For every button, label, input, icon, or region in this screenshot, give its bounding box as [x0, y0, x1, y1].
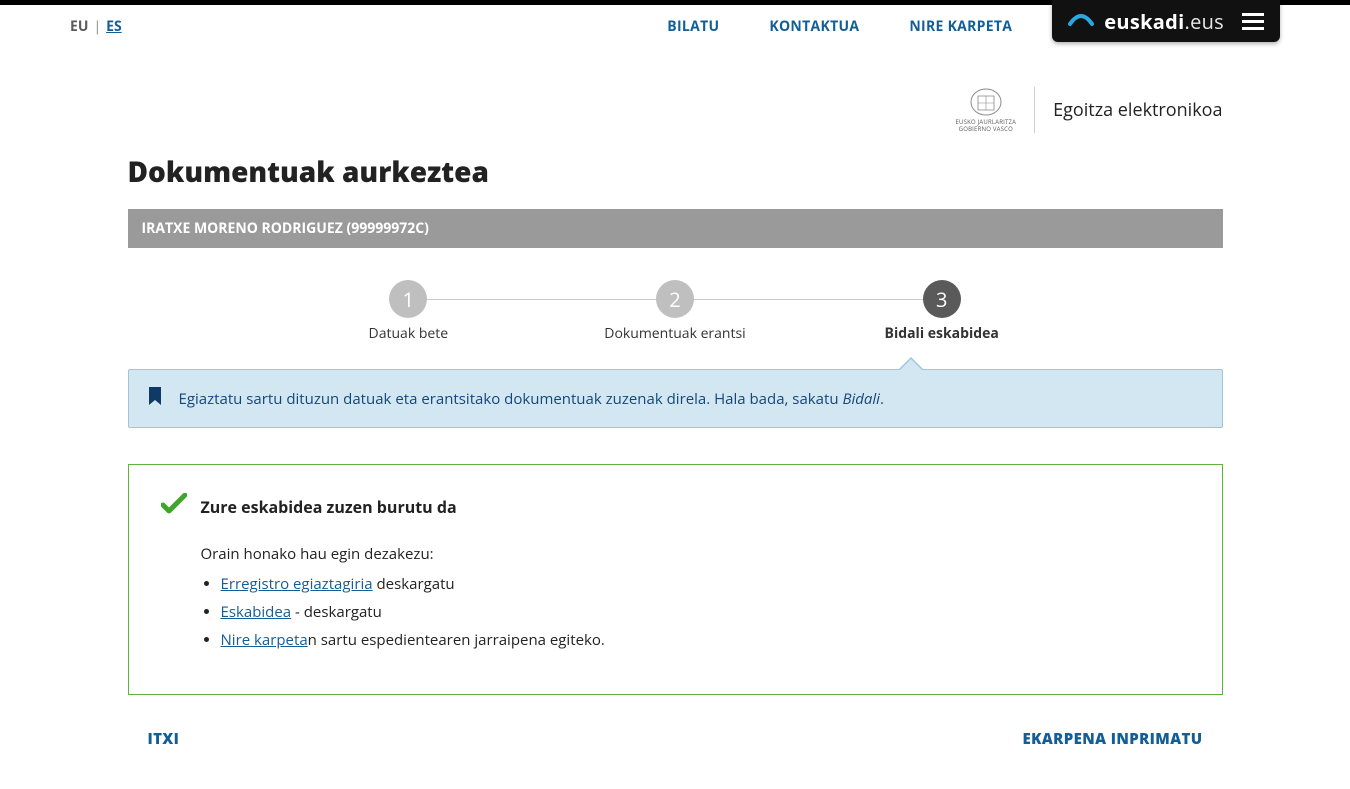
logo-row: EUSKO JAURLARITZA GOBIERNO VASCO Egoitza…	[128, 87, 1223, 133]
step-3: 3 Bidali eskabidea	[808, 280, 1075, 343]
banner-text: Egiaztatu sartu dituzun datuak eta erant…	[179, 389, 884, 409]
list-item: Nire karpetan sartu espedientearen jarra…	[221, 630, 1190, 650]
nav-kontaktua[interactable]: KONTAKTUA	[769, 17, 859, 36]
logo-separator	[1034, 87, 1035, 133]
link-eskabidea[interactable]: Eskabidea	[221, 602, 292, 622]
shield-icon	[968, 87, 1004, 117]
check-icon	[161, 493, 187, 520]
step-3-label: Bidali eskabidea	[808, 324, 1075, 343]
link-nire-karpeta[interactable]: Nire karpeta	[221, 630, 308, 650]
step-1-circle: 1	[389, 280, 427, 318]
main-container: EUSKO JAURLARITZA GOBIERNO VASCO Egoitza…	[128, 87, 1223, 789]
brand-arc-icon	[1068, 10, 1090, 32]
nav-nire-karpeta[interactable]: NIRE KARPETA	[909, 17, 1012, 36]
lang-eu[interactable]: EU	[70, 17, 88, 36]
link-registro[interactable]: Erregistro egiaztagiria	[221, 574, 373, 594]
egoitza-title: Egoitza elektronikoa	[1053, 98, 1222, 122]
step-2: 2 Dokumentuak erantsi	[542, 280, 809, 343]
user-bar: IRATXE MORENO RODRIGUEZ (99999972C)	[128, 209, 1223, 248]
header: EU | ES BILATU KONTAKTUA NIRE KARPETA eu…	[0, 5, 1350, 47]
success-body: Orain honako hau egin dezakezu: Erregist…	[201, 544, 1190, 650]
list-suffix: - deskargatu	[291, 602, 382, 622]
brand-text: euskadi.eus	[1104, 8, 1224, 35]
menu-icon[interactable]	[1242, 13, 1264, 30]
success-box: Zure eskabidea zuzen burutu da Orain hon…	[128, 464, 1223, 695]
list-suffix: deskargatu	[373, 574, 455, 594]
banner-post: .	[880, 389, 884, 409]
gov-logo-line2: GOBIERNO VASCO	[956, 126, 1017, 133]
brand-light: .eus	[1185, 8, 1224, 35]
top-nav: BILATU KONTAKTUA NIRE KARPETA	[667, 17, 1012, 36]
info-banner: Egiaztatu sartu dituzun datuak eta erant…	[128, 369, 1223, 428]
brand-box[interactable]: euskadi.eus	[1052, 0, 1280, 42]
success-head: Zure eskabidea zuzen burutu da	[161, 493, 1190, 520]
success-intro: Orain honako hau egin dezakezu:	[201, 544, 1190, 564]
bookmark-icon	[147, 386, 163, 411]
gov-logo: EUSKO JAURLARITZA GOBIERNO VASCO	[956, 87, 1017, 132]
banner-wrap: Egiaztatu sartu dituzun datuak eta erant…	[128, 369, 1223, 428]
actions-row: ITXI EKARPENA INPRIMATU	[128, 729, 1223, 749]
close-button[interactable]: ITXI	[148, 729, 180, 749]
lang-es[interactable]: ES	[106, 17, 122, 36]
success-list: Erregistro egiaztagiria deskargatu Eskab…	[221, 574, 1190, 650]
page-title: Dokumentuak aurkeztea	[128, 153, 1223, 191]
stepper: 1 Datuak bete 2 Dokumentuak erantsi 3 Bi…	[275, 280, 1075, 343]
list-item: Erregistro egiaztagiria deskargatu	[221, 574, 1190, 594]
step-1: 1 Datuak bete	[275, 280, 542, 343]
banner-em: Bidali	[842, 389, 880, 409]
success-title: Zure eskabidea zuzen burutu da	[201, 496, 457, 518]
banner-pre: Egiaztatu sartu dituzun datuak eta erant…	[179, 389, 843, 409]
step-3-circle: 3	[923, 280, 961, 318]
language-switcher: EU | ES	[70, 17, 122, 36]
nav-bilatu[interactable]: BILATU	[667, 17, 719, 36]
lang-separator: |	[93, 17, 101, 36]
list-item: Eskabidea - deskargatu	[221, 602, 1190, 622]
step-2-label: Dokumentuak erantsi	[542, 324, 809, 343]
step-2-circle: 2	[656, 280, 694, 318]
list-suffix: n sartu espedientearen jarraipena egitek…	[308, 630, 605, 650]
step-1-label: Datuak bete	[275, 324, 542, 343]
print-button[interactable]: EKARPENA INPRIMATU	[1023, 729, 1203, 749]
brand-bold: euskadi	[1104, 8, 1184, 35]
